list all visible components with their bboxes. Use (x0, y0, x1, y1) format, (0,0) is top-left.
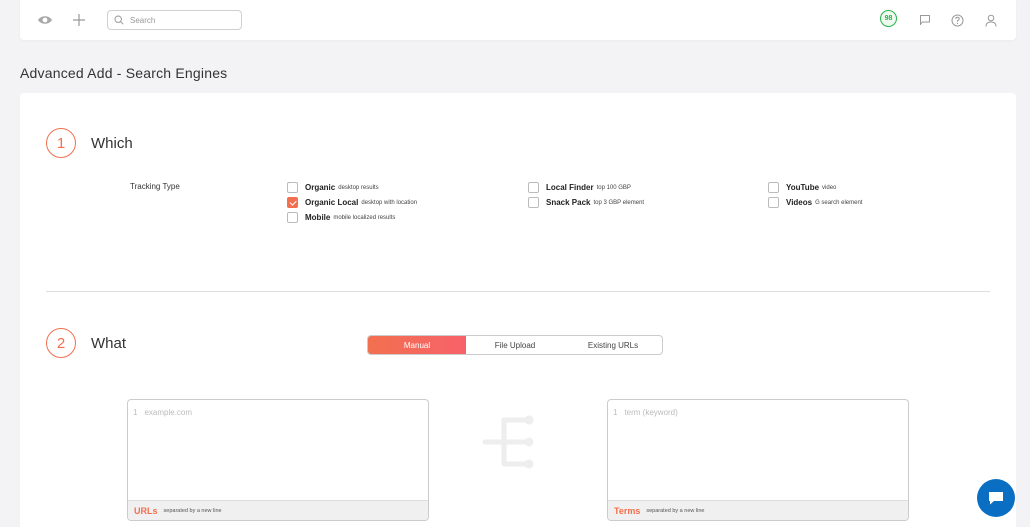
step-1-title: Which (91, 135, 133, 152)
tab-file-upload[interactable]: File Upload (466, 336, 564, 354)
search-box[interactable] (107, 10, 242, 30)
help-icon[interactable] (948, 11, 966, 29)
section-divider (46, 291, 990, 292)
urls-hint: separated by a new line (163, 507, 222, 514)
score-badge[interactable]: 98 (880, 10, 897, 27)
option-youtube[interactable]: YouTube video (768, 182, 836, 193)
top-bar: 98 (20, 0, 1016, 40)
tracking-type-label: Tracking Type (130, 182, 180, 191)
terms-hint: separated by a new line (646, 507, 705, 514)
urls-label: URLs (134, 505, 158, 516)
checkbox[interactable] (528, 182, 539, 193)
checkbox[interactable] (768, 182, 779, 193)
search-input[interactable] (130, 15, 230, 25)
checkbox[interactable] (287, 182, 298, 193)
eye-icon[interactable] (36, 11, 54, 29)
step-1-badge: 1 (46, 128, 76, 158)
urls-textarea[interactable]: 1 example.com URLs separated by a new li… (127, 399, 429, 521)
terms-label: Terms (614, 505, 641, 516)
search-icon (114, 15, 124, 25)
checkbox[interactable] (528, 197, 539, 208)
chat-button[interactable] (977, 479, 1015, 517)
user-icon[interactable] (982, 11, 1000, 29)
checkbox[interactable] (768, 197, 779, 208)
urls-footer: URLs separated by a new line (128, 500, 428, 520)
input-mode-tabs: Manual File Upload Existing URLs (367, 335, 663, 355)
line-number: 1 (133, 408, 138, 417)
step-2-title: What (91, 335, 127, 352)
terms-footer: Terms separated by a new line (608, 500, 908, 520)
plus-icon[interactable] (70, 11, 88, 29)
option-videos[interactable]: Videos G search element (768, 197, 862, 208)
option-organic[interactable]: Organic desktop results (287, 182, 379, 193)
terms-textarea[interactable]: 1 term (keyword) Terms separated by a ne… (607, 399, 909, 521)
checkbox-checked[interactable] (287, 197, 298, 208)
page-title: Advanced Add - Search Engines (20, 65, 228, 81)
terms-placeholder: term (keyword) (624, 408, 678, 417)
urls-placeholder: example.com (144, 408, 193, 417)
option-mobile[interactable]: Mobile mobile localized results (287, 212, 395, 223)
step-2-badge: 2 (46, 328, 76, 358)
option-local-finder[interactable]: Local Finder top 100 GBP (528, 182, 631, 193)
line-number: 1 (613, 408, 618, 417)
option-organic-local[interactable]: Organic Local desktop with location (287, 197, 417, 208)
checkbox[interactable] (287, 212, 298, 223)
main-panel: 1 Which Tracking Type Organic desktop re… (20, 93, 1016, 527)
option-snack-pack[interactable]: Snack Pack top 3 GBP element (528, 197, 644, 208)
flag-icon[interactable] (916, 11, 934, 29)
tab-manual[interactable]: Manual (368, 336, 466, 354)
mapping-icon (482, 414, 538, 475)
chat-icon (989, 492, 1003, 505)
tab-existing-urls[interactable]: Existing URLs (564, 336, 662, 354)
